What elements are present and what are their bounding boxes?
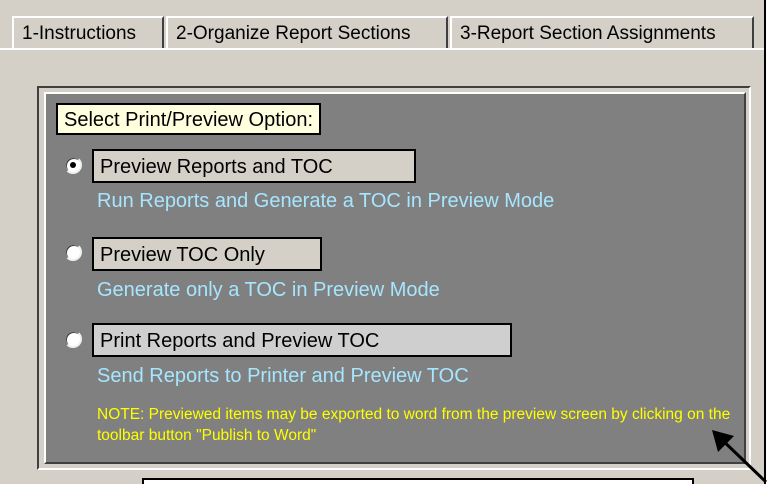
option-label-preview-reports-and-toc[interactable]: Preview Reports and TOC: [92, 149, 416, 183]
radio-selected-dot: [70, 162, 76, 168]
option-description-preview-reports-and-toc: Run Reports and Generate a TOC in Previe…: [97, 190, 555, 212]
tab-instructions[interactable]: 1-Instructions: [12, 16, 164, 48]
tab-organize-report-sections[interactable]: 2-Organize Report Sections: [166, 16, 448, 48]
tab-divider: [0, 48, 764, 50]
panel-title: Select Print/Preview Option:: [56, 103, 321, 135]
bottom-control: [142, 478, 694, 484]
option-label-preview-toc-only[interactable]: Preview TOC Only: [92, 237, 322, 271]
options-window: 1-Instructions 2-Organize Report Section…: [0, 0, 766, 484]
radio-print-reports-and-preview-toc[interactable]: [64, 330, 82, 348]
pointer-arrow-icon: [712, 430, 768, 484]
tab-bar: 1-Instructions 2-Organize Report Section…: [0, 0, 764, 50]
tab-report-section-assignments[interactable]: 3-Report Section Assignments: [450, 16, 754, 48]
option-description-print-reports-and-preview-toc: Send Reports to Printer and Preview TOC: [97, 365, 469, 387]
option-label-print-reports-and-preview-toc[interactable]: Print Reports and Preview TOC: [92, 323, 512, 357]
radio-preview-toc-only[interactable]: [64, 243, 82, 261]
radio-preview-reports-and-toc[interactable]: [64, 156, 82, 174]
option-description-preview-toc-only: Generate only a TOC in Preview Mode: [97, 279, 440, 301]
print-preview-panel: Select Print/Preview Option: Preview Rep…: [44, 92, 746, 464]
note-text: NOTE: Previewed items may be exported to…: [97, 406, 731, 444]
